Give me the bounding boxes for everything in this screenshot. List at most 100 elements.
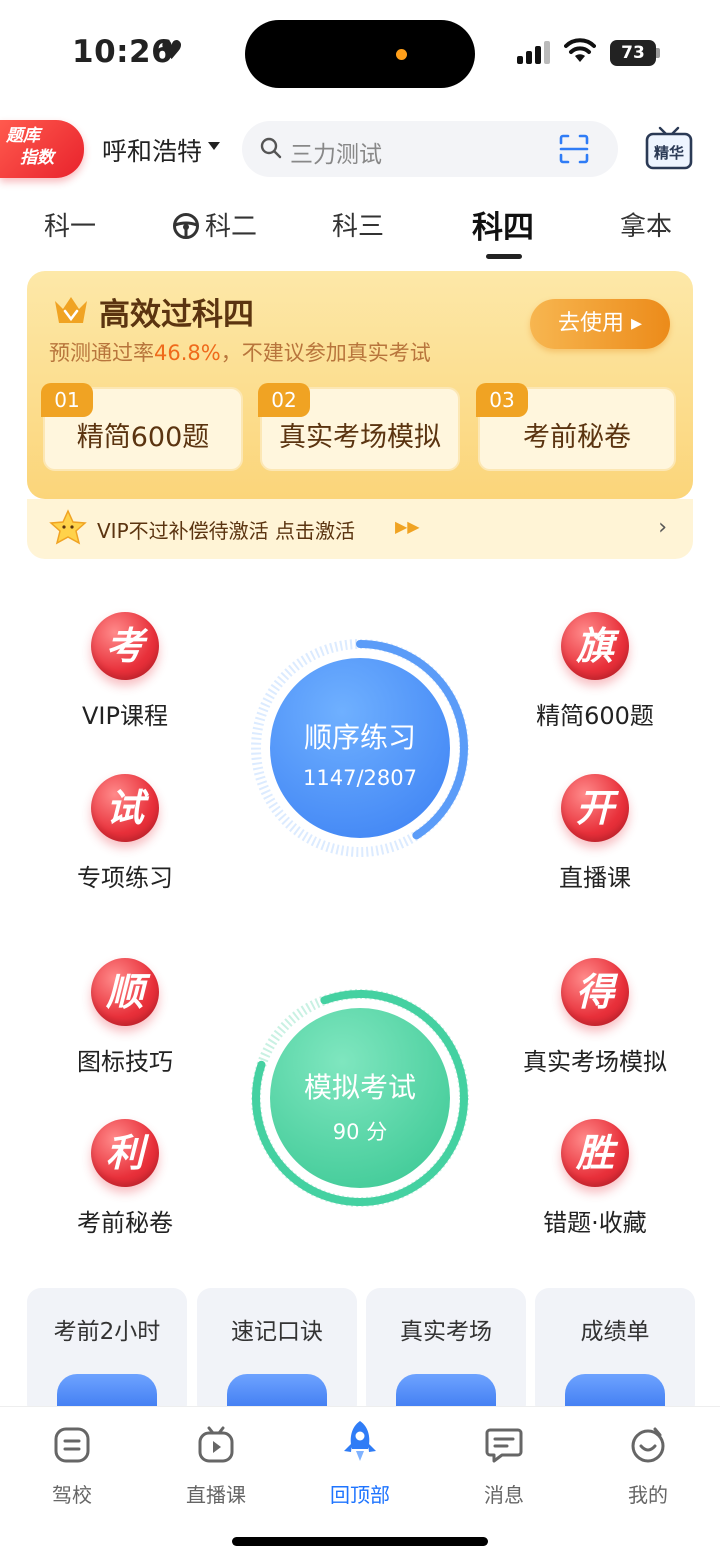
practice-circle: 顺序练习 1147/2807 bbox=[270, 658, 450, 838]
promo-subtitle: 预测通过率46.8%，不建议参加真实考试 bbox=[49, 337, 431, 367]
pass-rate-advice: ，不建议参加真实考试 bbox=[220, 341, 431, 365]
quick-card-title: 真实考场 bbox=[400, 1319, 492, 1345]
svg-text:精华: 精华 bbox=[654, 144, 684, 162]
exam-title: 模拟考试 bbox=[303, 1071, 416, 1104]
grid-vip-course[interactable]: 考 VIP课程 bbox=[45, 612, 205, 731]
promo-card[interactable]: 高效过科四 预测通过率46.8%，不建议参加真实考试 去使用 ▸ 01 精简60… bbox=[27, 271, 693, 499]
pass-rate-label: 预测通过率 bbox=[49, 341, 154, 365]
grid-label: 精简600题 bbox=[536, 702, 654, 730]
home-indicator bbox=[232, 1537, 488, 1546]
practice-progress: 1147/2807 bbox=[303, 766, 417, 790]
chevron-right-icon[interactable]: › bbox=[658, 515, 667, 540]
nav-live-course[interactable]: 直播课 bbox=[166, 1425, 266, 1508]
heart-icon: ♥ bbox=[160, 36, 184, 66]
question-bank-index-badge[interactable]: 题库 指数 bbox=[0, 120, 84, 178]
quick-card-title: 成绩单 bbox=[580, 1319, 650, 1345]
grid-secret-paper[interactable]: 利 考前秘卷 bbox=[45, 1119, 205, 1238]
crown-icon bbox=[55, 297, 87, 323]
nav-label: 驾校 bbox=[52, 1483, 92, 1507]
nav-messages[interactable]: 消息 bbox=[454, 1425, 554, 1508]
promo-step-3[interactable]: 03 考前秘卷 bbox=[476, 383, 676, 471]
quick-card-title: 速记口诀 bbox=[231, 1319, 323, 1345]
nav-label: 消息 bbox=[484, 1483, 524, 1507]
grid-label: VIP课程 bbox=[82, 702, 168, 730]
exam-circle: 模拟考试 90 分 bbox=[270, 1008, 450, 1188]
search-bar[interactable]: 三力测试 bbox=[242, 121, 618, 177]
grid-label: 专项练习 bbox=[77, 864, 173, 892]
active-tab-indicator bbox=[486, 254, 522, 259]
promo-step-1[interactable]: 01 精简600题 bbox=[41, 383, 243, 471]
star-icon bbox=[49, 509, 87, 545]
grid-label: 考前秘卷 bbox=[77, 1209, 173, 1237]
quick-card-report[interactable]: 成绩单 bbox=[535, 1288, 695, 1418]
tab-subject-2[interactable]: 科二 bbox=[205, 206, 257, 243]
subject-tabs: 科一 科二 科三 科四 拿本 bbox=[0, 196, 720, 266]
use-now-button[interactable]: 去使用 ▸ bbox=[530, 299, 670, 349]
status-bar: 10:26 ♥ 73 bbox=[0, 0, 720, 100]
grid-live-class[interactable]: 开 直播课 bbox=[515, 774, 675, 893]
exam-badge-icon: 考 bbox=[91, 612, 159, 680]
quick-card-2-hours[interactable]: 考前2小时 bbox=[27, 1288, 187, 1418]
city-selector[interactable]: 呼和浩特 bbox=[102, 132, 202, 168]
win-badge-icon: 胜 bbox=[561, 1119, 629, 1187]
grid-simplified-600[interactable]: 旗 精简600题 bbox=[515, 612, 675, 731]
battery-level: 73 bbox=[610, 40, 656, 66]
promo-title: 高效过科四 bbox=[99, 297, 254, 333]
cellular-signal-icon bbox=[517, 40, 553, 64]
wifi-icon bbox=[564, 38, 596, 62]
nav-label: 我的 bbox=[628, 1483, 668, 1507]
bottom-tab-bar: 驾校 直播课 回顶部 消息 我的 bbox=[0, 1406, 720, 1561]
tab-subject-4[interactable]: 科四 bbox=[472, 202, 534, 247]
nav-label: 回顶部 bbox=[330, 1483, 390, 1507]
grid-icon-tips[interactable]: 顺 图标技巧 bbox=[45, 958, 205, 1077]
nav-profile[interactable]: 我的 bbox=[598, 1425, 698, 1508]
battery-icon: 73 bbox=[610, 40, 660, 66]
scan-icon[interactable] bbox=[558, 133, 590, 165]
tab-subject-3[interactable]: 科三 bbox=[332, 206, 384, 243]
step-label: 精简600题 bbox=[76, 422, 210, 453]
nav-back-to-top[interactable]: 回顶部 bbox=[310, 1421, 410, 1508]
essence-tv-icon[interactable]: 精华 bbox=[644, 124, 694, 174]
step-number: 01 bbox=[41, 383, 93, 417]
grid-mistakes-favorites[interactable]: 胜 错题·收藏 bbox=[515, 1119, 675, 1238]
dynamic-island bbox=[245, 20, 475, 88]
status-time: 10:26 bbox=[72, 34, 174, 70]
quick-card-mnemonics[interactable]: 速记口诀 bbox=[197, 1288, 357, 1418]
search-icon bbox=[260, 137, 282, 159]
mock-exam-button[interactable]: 模拟考试 90 分 bbox=[250, 988, 470, 1208]
indicator-dot-icon bbox=[396, 49, 407, 60]
steering-wheel-icon bbox=[173, 213, 199, 239]
vip-compensation-banner[interactable]: VIP不过补偿待激活 点击激活 ▶▶ › bbox=[27, 499, 693, 559]
step-label: 考前秘卷 bbox=[523, 422, 631, 453]
brand-line-2: 指数 bbox=[20, 148, 54, 168]
nav-driving-school[interactable]: 驾校 bbox=[22, 1425, 122, 1508]
profit-badge-icon: 利 bbox=[91, 1119, 159, 1187]
sequential-practice-button[interactable]: 顺序练习 1147/2807 bbox=[250, 638, 470, 858]
grid-label: 错题·收藏 bbox=[543, 1209, 647, 1237]
tab-license[interactable]: 拿本 bbox=[620, 206, 672, 243]
test-badge-icon: 试 bbox=[91, 774, 159, 842]
grid-real-exam-sim[interactable]: 得 真实考场模拟 bbox=[515, 958, 675, 1077]
step-label: 真实考场模拟 bbox=[279, 422, 441, 453]
gain-badge-icon: 得 bbox=[561, 958, 629, 1026]
live-icon bbox=[198, 1426, 234, 1463]
search-placeholder: 三力测试 bbox=[290, 142, 382, 168]
quick-card-real-exam[interactable]: 真实考场 bbox=[366, 1288, 526, 1418]
school-icon bbox=[54, 1427, 90, 1463]
top-header: 题库 指数 呼和浩特 三力测试 精华 bbox=[0, 108, 720, 188]
tab-subject-1[interactable]: 科一 bbox=[44, 206, 96, 243]
grid-label: 直播课 bbox=[559, 864, 631, 892]
grid-special-practice[interactable]: 试 专项练习 bbox=[45, 774, 205, 893]
exam-score: 90 分 bbox=[332, 1120, 388, 1144]
rocket-icon bbox=[344, 1421, 376, 1461]
flag-badge-icon: 旗 bbox=[561, 612, 629, 680]
quick-card-title: 考前2小时 bbox=[53, 1319, 161, 1345]
practice-title: 顺序练习 bbox=[303, 721, 416, 754]
vip-compensation-text: VIP不过补偿待激活 点击激活 bbox=[97, 519, 355, 543]
promo-step-2[interactable]: 02 真实考场模拟 bbox=[258, 383, 460, 471]
brand-line-1: 题库 bbox=[6, 126, 40, 146]
caret-down-icon[interactable] bbox=[208, 142, 220, 150]
open-badge-icon: 开 bbox=[561, 774, 629, 842]
profile-icon bbox=[631, 1427, 665, 1463]
message-icon bbox=[485, 1428, 523, 1463]
